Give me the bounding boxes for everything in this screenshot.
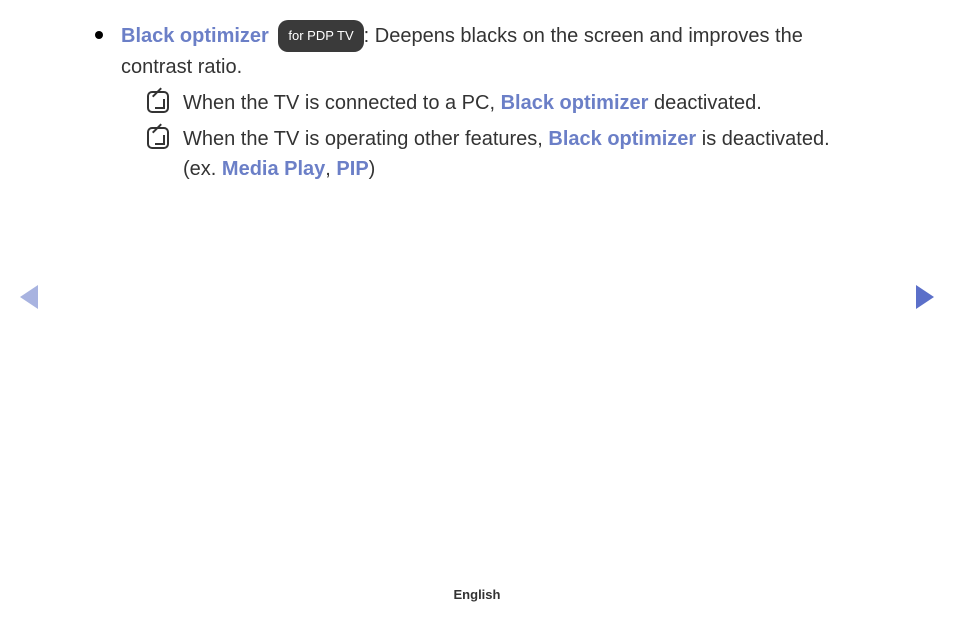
note-text: When the TV is operating other features,… (183, 124, 859, 184)
note-text-part: deactivated. (648, 92, 761, 114)
note-text-part: When the TV is connected to a PC, (183, 92, 501, 114)
note-text-part: ) (369, 158, 376, 180)
notes-block: When the TV is connected to a PC, Black … (147, 88, 859, 184)
note-icon (147, 127, 169, 149)
bullet-item: Black optimizer for PDP TV: Deepens blac… (95, 20, 859, 184)
feature-title: Black optimizer (121, 25, 269, 47)
note-item: When the TV is connected to a PC, Black … (147, 88, 859, 118)
document-content: Black optimizer for PDP TV: Deepens blac… (0, 0, 954, 184)
note-text-part: , (325, 158, 336, 180)
prev-page-arrow[interactable] (20, 285, 38, 309)
note-text-part: When the TV is operating other features, (183, 128, 548, 150)
inline-feature: PIP (336, 158, 368, 180)
inline-feature: Media Play (222, 158, 325, 180)
bullet-text: Black optimizer for PDP TV: Deepens blac… (121, 20, 859, 184)
product-badge: for PDP TV (278, 20, 363, 52)
note-icon (147, 91, 169, 113)
note-text: When the TV is connected to a PC, Black … (183, 88, 859, 118)
footer-language: English (0, 587, 954, 602)
inline-feature: Black optimizer (501, 92, 649, 114)
next-page-arrow[interactable] (916, 285, 934, 309)
desc-prefix: : (364, 25, 375, 47)
inline-feature: Black optimizer (548, 128, 696, 150)
bullet-icon (95, 31, 103, 39)
note-item: When the TV is operating other features,… (147, 124, 859, 184)
